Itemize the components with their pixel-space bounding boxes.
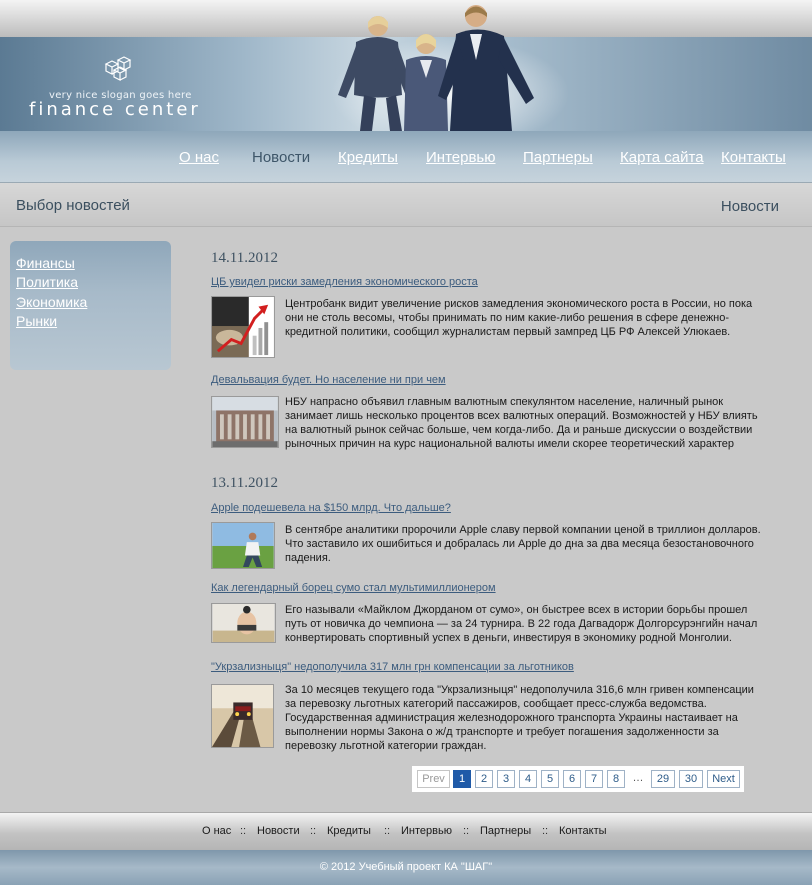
news-title-link[interactable]: Как легендарный борец сумо стал мультими…: [211, 582, 496, 594]
news-thumbnail[interactable]: [211, 296, 275, 358]
news-summary: НБУ напрасно объявил главным валютным сп…: [285, 396, 758, 450]
sidebar-item-economy[interactable]: Экономика: [16, 294, 87, 310]
main-nav: О нас Новости Кредиты Интервью Партнеры …: [0, 131, 812, 183]
news-date: 14.11.2012: [211, 250, 278, 266]
pagination-page[interactable]: 7: [585, 770, 603, 788]
pagination-prev[interactable]: Prev: [417, 770, 450, 788]
footer-separator: ::: [240, 825, 247, 837]
pagination: Prev 1 2 3 4 5 6 7 8 … 29 30 Next: [412, 766, 744, 792]
news-summary: За 10 месяцев текущего года "Укрзализныц…: [285, 684, 754, 752]
pagination-page[interactable]: 29: [651, 770, 675, 788]
pagination-page[interactable]: 2: [475, 770, 493, 788]
sub-header: Выбор новостей Новости: [0, 183, 812, 227]
nav-sitemap[interactable]: Карта сайта: [620, 149, 704, 166]
copyright-bar: © 2012 Учебный проект КА "ШАГ": [0, 850, 812, 885]
news-title-link[interactable]: ЦБ увидел риски замедления экономическог…: [211, 276, 478, 288]
news-summary: Его называли «Майклом Джорданом от сумо»…: [285, 604, 758, 644]
footer-separator: ::: [384, 825, 391, 837]
nav-partners[interactable]: Партнеры: [523, 149, 593, 166]
footer-link-interview[interactable]: Интервью: [401, 825, 452, 837]
footer-link-news[interactable]: Новости: [257, 825, 300, 837]
pagination-page[interactable]: 30: [679, 770, 703, 788]
nav-contacts[interactable]: Контакты: [721, 149, 786, 166]
news-thumbnail[interactable]: [211, 396, 279, 448]
news-thumbnail[interactable]: [211, 684, 274, 748]
pagination-ellipsis: …: [629, 770, 647, 788]
footer-link-credits[interactable]: Кредиты: [327, 825, 371, 837]
nav-interview[interactable]: Интервью: [426, 149, 496, 166]
page-title: Выбор новостей: [16, 197, 130, 214]
pagination-page[interactable]: 3: [497, 770, 515, 788]
nav-news[interactable]: Новости: [252, 149, 310, 166]
header-people-photo: [338, 5, 534, 131]
logo-cubes-icon: [104, 56, 132, 81]
pagination-page[interactable]: 6: [563, 770, 581, 788]
news-date: 13.11.2012: [211, 475, 278, 491]
footer-link-partners[interactable]: Партнеры: [480, 825, 531, 837]
news-summary: Центробанк видит увеличение рисков замед…: [285, 298, 753, 338]
breadcrumb: Новости: [720, 198, 779, 215]
brand-logo-text: finance center: [29, 99, 201, 120]
pagination-page[interactable]: 1: [453, 770, 471, 788]
copyright-text: © 2012 Учебный проект КА "ШАГ": [319, 861, 493, 873]
news-summary: В сентябре аналитики пророчили Apple сла…: [285, 524, 761, 564]
footer-nav: О нас :: Новости :: Кредиты :: Интервью …: [0, 812, 812, 850]
footer-separator: ::: [463, 825, 470, 837]
pagination-page[interactable]: 4: [519, 770, 537, 788]
nav-credits[interactable]: Кредиты: [338, 149, 398, 166]
sidebar-item-finance[interactable]: Финансы: [16, 255, 75, 271]
sidebar-item-politics[interactable]: Политика: [16, 274, 78, 290]
news-thumbnail[interactable]: [211, 603, 276, 643]
news-title-link[interactable]: Девальвация будет. Но население ни при ч…: [211, 374, 446, 386]
news-title-link[interactable]: "Укрзализныця" недополучила 317 млн грн …: [211, 661, 574, 673]
sidebar: Финансы Политика Экономика Рынки: [10, 241, 171, 370]
pagination-page[interactable]: 8: [607, 770, 625, 788]
sidebar-item-markets[interactable]: Рынки: [16, 313, 57, 329]
news-thumbnail[interactable]: [211, 522, 275, 569]
nav-about[interactable]: О нас: [179, 149, 219, 166]
footer-link-about[interactable]: О нас: [202, 825, 231, 837]
footer-link-contacts[interactable]: Контакты: [559, 825, 607, 837]
news-title-link[interactable]: Apple подешевела на $150 млрд. Что дальш…: [211, 502, 451, 514]
footer-separator: ::: [542, 825, 549, 837]
pagination-next[interactable]: Next: [707, 770, 740, 788]
pagination-page[interactable]: 5: [541, 770, 559, 788]
footer-separator: ::: [310, 825, 317, 837]
